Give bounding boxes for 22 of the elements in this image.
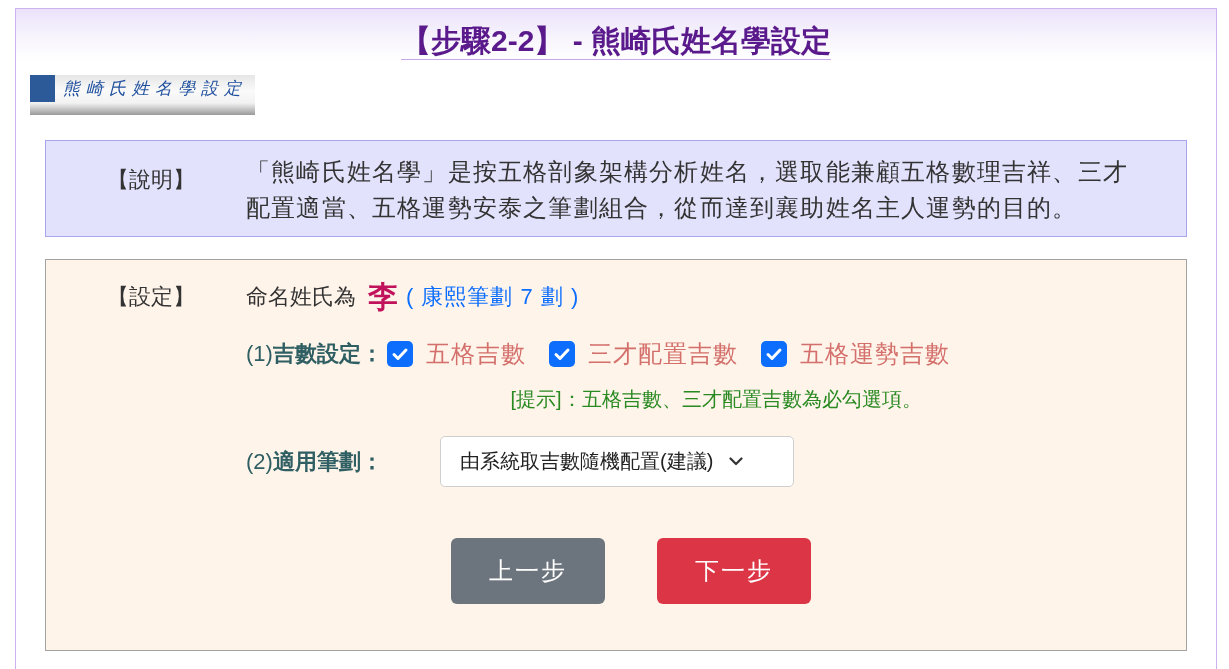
- surname-prefix: 命名姓氏為: [246, 283, 356, 311]
- stroke-count-text: ( 康熙筆劃 7 劃 ): [406, 283, 580, 311]
- settings-label: 【設定】: [106, 283, 196, 311]
- stroke-select[interactable]: 由系統取吉數隨機配置(建議): [440, 436, 794, 487]
- description-text: 「熊崎氏姓名學」是按五格剖象架構分析姓名，選取能兼顧五格數理吉祥、三才配置適當、五格運勢安泰之筆劃組合，從而達到襄助姓名主人運勢的目的。: [246, 157, 1129, 223]
- next-button[interactable]: 下一步: [657, 538, 811, 604]
- banner-text: 熊崎氏姓名學設定: [63, 77, 247, 100]
- description-label: 【說明】: [106, 166, 196, 194]
- square-icon: [30, 75, 55, 102]
- surname-text: 李: [368, 278, 398, 315]
- checkbox-label: 五格運勢吉數: [799, 339, 950, 369]
- checkbox[interactable]: [760, 341, 787, 367]
- stroke-label: (2)適用筆劃：: [246, 447, 384, 476]
- checkbox[interactable]: [548, 341, 575, 367]
- page-title: 【步驟2-2】 - 熊崎氏姓名學設定: [401, 23, 831, 60]
- hint-text: [提示]：五格吉數、三才配置吉數為必勾選項。: [510, 388, 922, 410]
- checkbox-label: 五格吉數: [425, 339, 526, 369]
- lucky-number-label: (1)吉數設定：: [246, 340, 383, 368]
- chevron-down-icon: [729, 457, 744, 466]
- back-button[interactable]: 上一步: [451, 538, 605, 604]
- checkbox[interactable]: [386, 341, 413, 367]
- checkbox-label: 三才配置吉數: [587, 339, 738, 369]
